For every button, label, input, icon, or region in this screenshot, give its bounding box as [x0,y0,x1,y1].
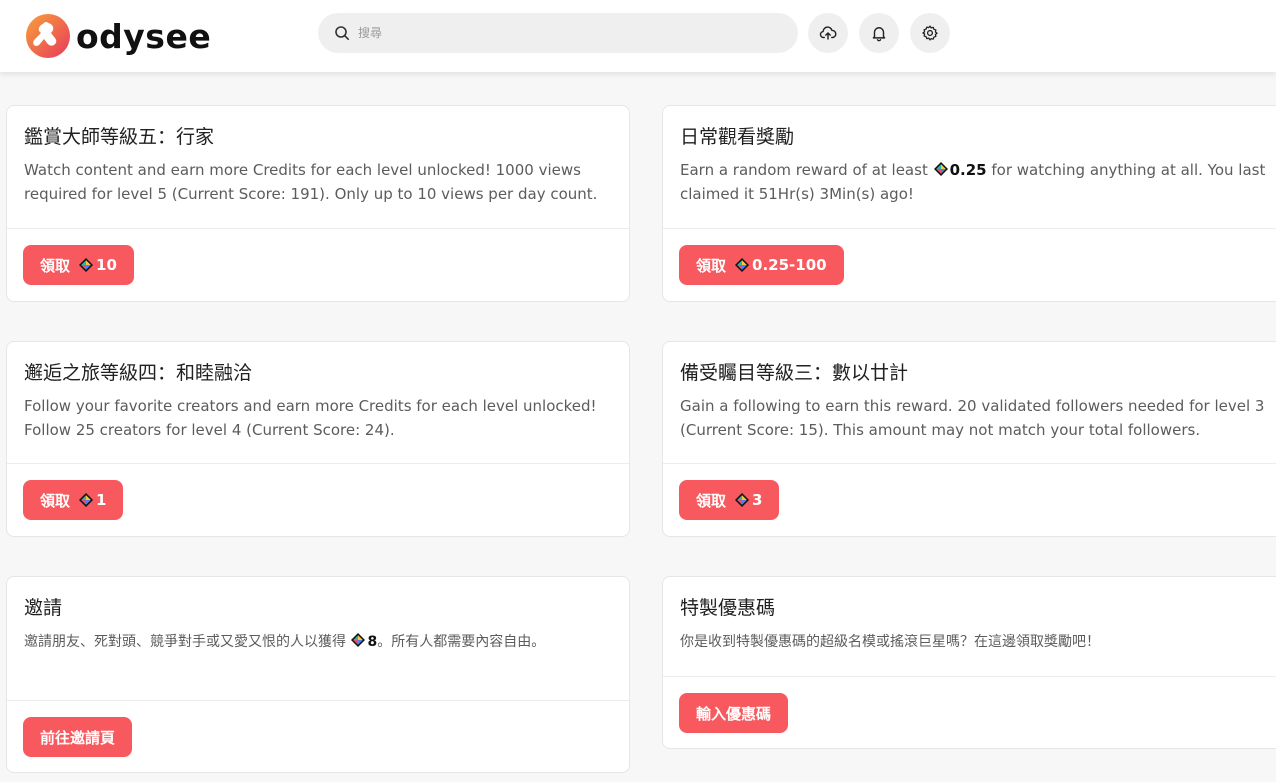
lbc-credit-icon [735,493,750,507]
reward-description: Earn a random reward of at least 0.25 fo… [680,158,1269,206]
reward-description: 邀請朋友、死對頭、競爭對手或又愛又恨的人以獲得 8。所有人都需要內容自由。 [24,630,613,654]
gear-icon [922,25,938,41]
reward-desc-prefix: Earn a random reward of at least [680,161,933,179]
claim-button-label: 領取 [40,256,71,275]
invite-button-label: 前往邀請頁 [40,728,116,747]
odysee-logo[interactable]: odysee [24,11,211,61]
card-divider [663,676,1276,677]
settings-button[interactable] [910,13,950,53]
claim-amount: 10 [96,256,117,274]
claim-button[interactable]: 領取 10 [23,245,134,285]
go-to-invite-page-button[interactable]: 前往邀請頁 [23,717,133,757]
lbc-credit-icon [933,162,948,176]
claim-button[interactable]: 領取 1 [23,480,124,520]
lbc-credit-icon [735,258,750,272]
reward-card-invite: 邀請 邀請朋友、死對頭、競爭對手或又愛又恨的人以獲得 8。所有人都需要內容自由。… [6,576,630,773]
reward-title: 鑑賞大師等級五：行家 [24,126,215,148]
odysee-logo-text: odysee [76,16,212,56]
reward-desc-amount: 8 [367,634,378,650]
reward-description: 你是收到特製優惠碼的超級名模或搖滾巨星嗎？在這邊領取獎勵吧！ [680,634,1100,650]
reward-desc-suffix: 。所有人都需要內容自由。 [377,634,546,650]
notifications-button[interactable] [859,13,899,53]
card-divider [7,463,629,464]
reward-description: Watch content and earn more Credits for … [24,161,598,203]
search-input[interactable] [358,26,778,40]
top-header: odysee [0,0,1276,72]
card-divider [7,228,629,229]
reward-desc-amount: 0.25 [949,161,987,179]
claim-amount: 0.25-100 [752,256,827,274]
reward-title: 特製優惠碼 [680,597,776,619]
lbc-credit-icon [79,258,94,272]
card-divider [663,463,1276,464]
claim-amount: 3 [752,491,763,509]
claim-button-label: 領取 [40,491,71,510]
reward-title: 備受矚目等級三：數以廿計 [680,362,909,384]
reward-card-watch-level: 鑑賞大師等級五：行家 Watch content and earn more C… [6,105,630,302]
claim-button[interactable]: 領取 3 [679,480,780,520]
odysee-logo-mark [26,14,70,58]
reward-card-daily-view: 日常觀看獎勵 Earn a random reward of at least … [662,105,1276,302]
reward-title: 邀請 [24,597,63,619]
claim-button[interactable]: 領取 0.25-100 [679,245,844,285]
upload-icon [819,26,837,40]
enter-code-button-label: 輸入優惠碼 [696,704,772,723]
card-divider [663,228,1276,229]
reward-description: Follow your favorite creators and earn m… [24,397,597,439]
card-divider [7,700,629,701]
reward-desc-prefix: 邀請朋友、死對頭、競爭對手或又愛又恨的人以獲得 [24,634,351,650]
reward-card-follow-level: 邂逅之旅等級四：和睦融洽 Follow your favorite creato… [6,341,630,537]
lbc-credit-icon [351,633,366,647]
reward-card-followers-level: 備受矚目等級三：數以廿計 Gain a following to earn th… [662,341,1276,537]
search-icon [335,26,349,40]
claim-amount: 1 [96,491,107,509]
reward-card-custom-code: 特製優惠碼 你是收到特製優惠碼的超級名模或搖滾巨星嗎？在這邊領取獎勵吧！ 輸入優… [662,576,1276,749]
bell-icon [872,27,886,42]
claim-button-label: 領取 [696,256,727,275]
search-bar[interactable] [318,13,798,53]
enter-code-button[interactable]: 輸入優惠碼 [679,693,789,733]
claim-button-label: 領取 [696,491,727,510]
reward-title: 日常觀看獎勵 [680,126,795,148]
reward-title: 邂逅之旅等級四：和睦融洽 [24,362,253,384]
lbc-credit-icon [79,493,94,507]
reward-description: Gain a following to earn this reward. 20… [680,397,1265,439]
upload-button[interactable] [808,13,848,53]
